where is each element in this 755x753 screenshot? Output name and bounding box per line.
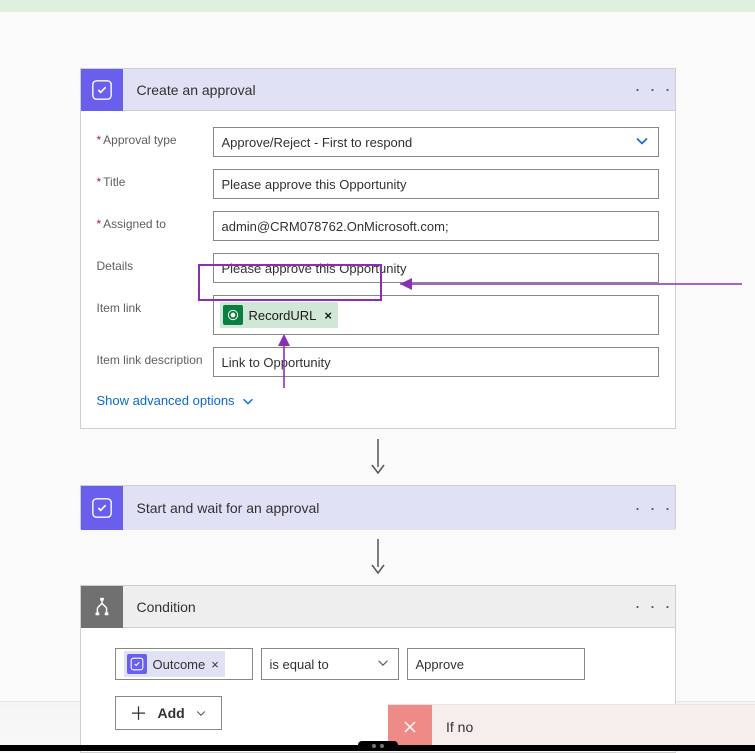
row-item-link-desc: Item link description Link to Opportunit… xyxy=(97,341,659,383)
token-remove[interactable]: × xyxy=(211,657,219,672)
connector-arrow-2 xyxy=(0,539,755,575)
chevron-down-icon xyxy=(195,707,207,719)
card-menu-button[interactable]: · · · xyxy=(633,79,675,100)
start-wait-card[interactable]: Start and wait for an approval · · · xyxy=(80,485,676,529)
top-band xyxy=(0,0,755,12)
card-menu-button[interactable]: · · · xyxy=(633,596,675,617)
field-details[interactable]: Please approve this Opportunity xyxy=(213,253,659,283)
if-no-label: If no xyxy=(432,719,473,735)
label-item-link-desc: Item link description xyxy=(97,347,213,367)
row-title: *Title Please approve this Opportunity xyxy=(97,163,659,205)
condition-row: Outcome × is equal to Approve xyxy=(115,648,641,680)
condition-left-operand[interactable]: Outcome × xyxy=(115,648,253,680)
card-header[interactable]: Start and wait for an approval · · · xyxy=(81,486,675,530)
approval-icon xyxy=(81,486,123,530)
token-remove[interactable]: × xyxy=(322,308,332,323)
card-title: Condition xyxy=(123,599,633,615)
create-approval-card: Create an approval · · · *Approval type … xyxy=(80,68,676,429)
add-condition-button[interactable]: ＋ Add xyxy=(115,696,222,730)
card-body: *Approval type Approve/Reject - First to… xyxy=(81,111,675,428)
row-assigned-to: *Assigned to admin@CRM078762.OnMicrosoft… xyxy=(97,205,659,247)
bottom-handle xyxy=(358,741,398,751)
field-item-link-desc[interactable]: Link to Opportunity xyxy=(213,347,659,377)
card-title: Create an approval xyxy=(123,82,633,98)
flow-canvas: Create an approval · · · *Approval type … xyxy=(0,12,755,753)
row-approval-type: *Approval type Approve/Reject - First to… xyxy=(97,121,659,163)
chevron-down-icon xyxy=(634,133,650,152)
card-title: Start and wait for an approval xyxy=(123,500,633,516)
approval-icon xyxy=(81,69,123,111)
label-item-link: Item link xyxy=(97,295,213,315)
connector-arrow-1 xyxy=(0,439,755,475)
label-details: Details xyxy=(97,253,213,273)
if-no-branch[interactable]: If no xyxy=(388,704,755,748)
row-item-link: Item link RecordURL × xyxy=(97,289,659,341)
row-details: Details Please approve this Opportunity xyxy=(97,247,659,289)
token-label: RecordURL xyxy=(249,308,317,323)
condition-icon xyxy=(81,586,123,628)
condition-operator[interactable]: is equal to xyxy=(261,648,399,680)
chevron-down-icon xyxy=(376,656,390,673)
field-title[interactable]: Please approve this Opportunity xyxy=(213,169,659,199)
label-assigned-to: *Assigned to xyxy=(97,211,213,231)
field-assigned-to[interactable]: admin@CRM078762.OnMicrosoft.com; xyxy=(213,211,659,241)
card-header[interactable]: Condition · · · xyxy=(81,586,675,628)
show-advanced-options[interactable]: Show advanced options xyxy=(97,383,255,412)
dataverse-icon xyxy=(223,305,243,325)
outcome-token[interactable]: Outcome × xyxy=(124,651,225,677)
recordurl-token[interactable]: RecordURL × xyxy=(220,302,339,328)
label-title: *Title xyxy=(97,169,213,189)
card-menu-button[interactable]: · · · xyxy=(633,498,675,519)
field-item-link[interactable]: RecordURL × xyxy=(213,295,659,335)
label-approval-type: *Approval type xyxy=(97,127,213,147)
plus-icon: ＋ xyxy=(130,700,148,726)
approval-icon xyxy=(127,654,147,674)
condition-right-operand[interactable]: Approve xyxy=(407,648,585,680)
field-approval-type[interactable]: Approve/Reject - First to respond xyxy=(213,127,659,157)
card-header[interactable]: Create an approval · · · xyxy=(81,69,675,111)
